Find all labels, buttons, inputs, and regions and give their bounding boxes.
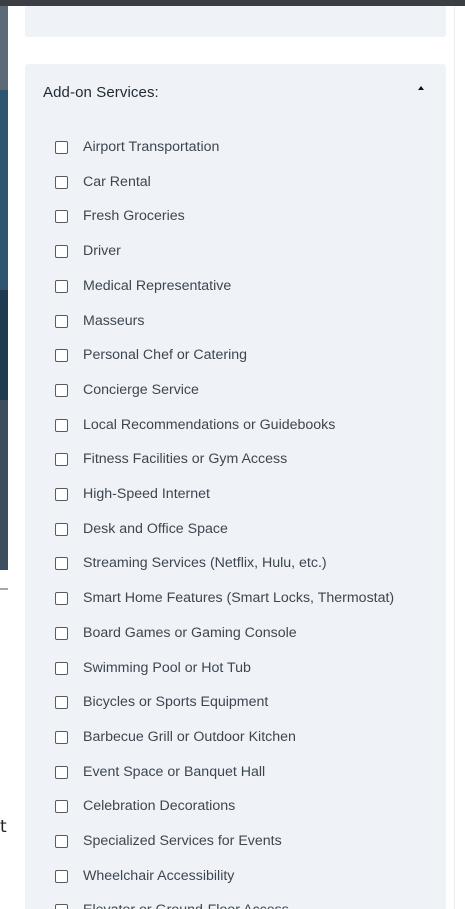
addon-option-label: Celebration Decorations: [83, 798, 236, 814]
addon-option[interactable]: Personal Chef or Catering: [55, 344, 247, 366]
addon-option-label: Board Games or Gaming Console: [83, 625, 297, 641]
addon-option-label: Medical Representative: [83, 278, 232, 294]
addon-option[interactable]: Barbecue Grill or Outdoor Kitchen: [55, 726, 296, 748]
addon-option-label: Fitness Facilities or Gym Access: [83, 451, 288, 467]
addon-checkbox[interactable]: [55, 452, 68, 466]
addon-checkbox[interactable]: [55, 140, 68, 154]
addon-option[interactable]: Medical Representative: [55, 275, 231, 297]
backdrop-image: [0, 400, 8, 570]
addon-option-label: Fresh Groceries: [83, 208, 185, 224]
addon-checkbox[interactable]: [55, 903, 68, 909]
caret-up-icon[interactable]: [418, 86, 424, 90]
addon-option[interactable]: Car Rental: [55, 171, 151, 193]
addon-option-label: Specialized Services for Events: [83, 833, 282, 849]
addon-checkbox[interactable]: [55, 383, 68, 397]
addon-checkbox[interactable]: [55, 244, 68, 258]
modal-scrollbar[interactable]: [454, 6, 465, 909]
addon-option-label: Personal Chef or Catering: [83, 347, 248, 363]
backdrop-partial-text: t: [0, 817, 7, 837]
addon-checkbox[interactable]: [55, 314, 68, 328]
addon-checkbox[interactable]: [55, 765, 68, 779]
addon-checkbox[interactable]: [55, 799, 68, 813]
addon-option[interactable]: Celebration Decorations: [55, 795, 235, 817]
addon-option[interactable]: Smart Home Features (Smart Locks, Thermo…: [55, 587, 394, 609]
addon-checkbox[interactable]: [55, 522, 68, 536]
addon-option-label: Local Recommendations or Guidebooks: [83, 417, 336, 433]
addon-option-label: Desk and Office Space: [83, 521, 228, 537]
addon-checkbox[interactable]: [55, 695, 68, 709]
addon-option[interactable]: Wheelchair Accessibility: [55, 865, 234, 887]
addon-option[interactable]: Concierge Service: [55, 379, 199, 401]
addon-checkbox[interactable]: [55, 418, 68, 432]
previous-filter-panel: [25, 6, 446, 37]
addon-option-label: Swimming Pool or Hot Tub: [83, 660, 251, 676]
backdrop-image: [0, 290, 8, 400]
addon-checkbox[interactable]: [55, 730, 68, 744]
addon-option-label: Streaming Services (Netflix, Hulu, etc.): [83, 555, 327, 571]
addon-checkbox[interactable]: [55, 626, 68, 640]
addon-option-label: Wheelchair Accessibility: [83, 868, 235, 884]
addon-option[interactable]: Specialized Services for Events: [55, 830, 282, 852]
addon-checkbox[interactable]: [55, 661, 68, 675]
backdrop-image: [0, 90, 8, 290]
addon-checkbox[interactable]: [55, 348, 68, 362]
backdrop-divider: [0, 588, 8, 590]
addon-checkbox[interactable]: [55, 279, 68, 293]
addon-option[interactable]: Masseurs: [55, 310, 145, 332]
addon-checkbox[interactable]: [55, 487, 68, 501]
addon-option-label: Masseurs: [83, 313, 145, 329]
filters-modal: Add-on Services: Airport Transportation C…: [8, 6, 465, 909]
addon-option[interactable]: Fresh Groceries: [55, 205, 185, 227]
addon-option-label: Bicycles or Sports Equipment: [83, 694, 269, 710]
addon-option[interactable]: Fitness Facilities or Gym Access: [55, 448, 287, 470]
addon-option-label: Driver: [83, 243, 121, 259]
addon-option-label: Barbecue Grill or Outdoor Kitchen: [83, 729, 296, 745]
addon-option[interactable]: Streaming Services (Netflix, Hulu, etc.): [55, 552, 327, 574]
addon-option[interactable]: Swimming Pool or Hot Tub: [55, 657, 251, 679]
backdrop-page: [0, 570, 8, 909]
addon-checkbox[interactable]: [55, 834, 68, 848]
addon-services-panel: Add-on Services: Airport Transportation C…: [25, 64, 446, 909]
addon-option-label: High-Speed Internet: [83, 486, 210, 502]
addon-option-label: Smart Home Features (Smart Locks, Thermo…: [83, 590, 395, 606]
addon-checkbox[interactable]: [55, 591, 68, 605]
addon-option-label: Car Rental: [83, 174, 151, 190]
addon-option-label: Elevator or Ground-Floor Access: [83, 902, 289, 909]
addon-services-header[interactable]: Add-on Services:: [25, 64, 446, 122]
addon-services-title: Add-on Services:: [43, 84, 159, 101]
backdrop-image: [0, 6, 8, 90]
addon-option[interactable]: Desk and Office Space: [55, 518, 228, 540]
addon-checkbox[interactable]: [55, 869, 68, 883]
addon-option[interactable]: High-Speed Internet: [55, 483, 210, 505]
addon-option[interactable]: Airport Transportation: [55, 136, 219, 158]
addon-option[interactable]: Bicycles or Sports Equipment: [55, 691, 268, 713]
addon-checkbox[interactable]: [55, 209, 68, 223]
addon-option-label: Airport Transportation: [83, 139, 220, 155]
addon-option[interactable]: Board Games or Gaming Console: [55, 622, 297, 644]
addon-option[interactable]: Elevator or Ground-Floor Access: [55, 899, 289, 909]
addon-option[interactable]: Event Space or Banquet Hall: [55, 761, 265, 783]
addon-option-label: Concierge Service: [83, 382, 199, 398]
addon-option[interactable]: Local Recommendations or Guidebooks: [55, 414, 335, 436]
addon-option-label: Event Space or Banquet Hall: [83, 764, 266, 780]
addon-checkbox[interactable]: [55, 175, 68, 189]
addon-option[interactable]: Driver: [55, 240, 121, 262]
addon-checkbox[interactable]: [55, 556, 68, 570]
